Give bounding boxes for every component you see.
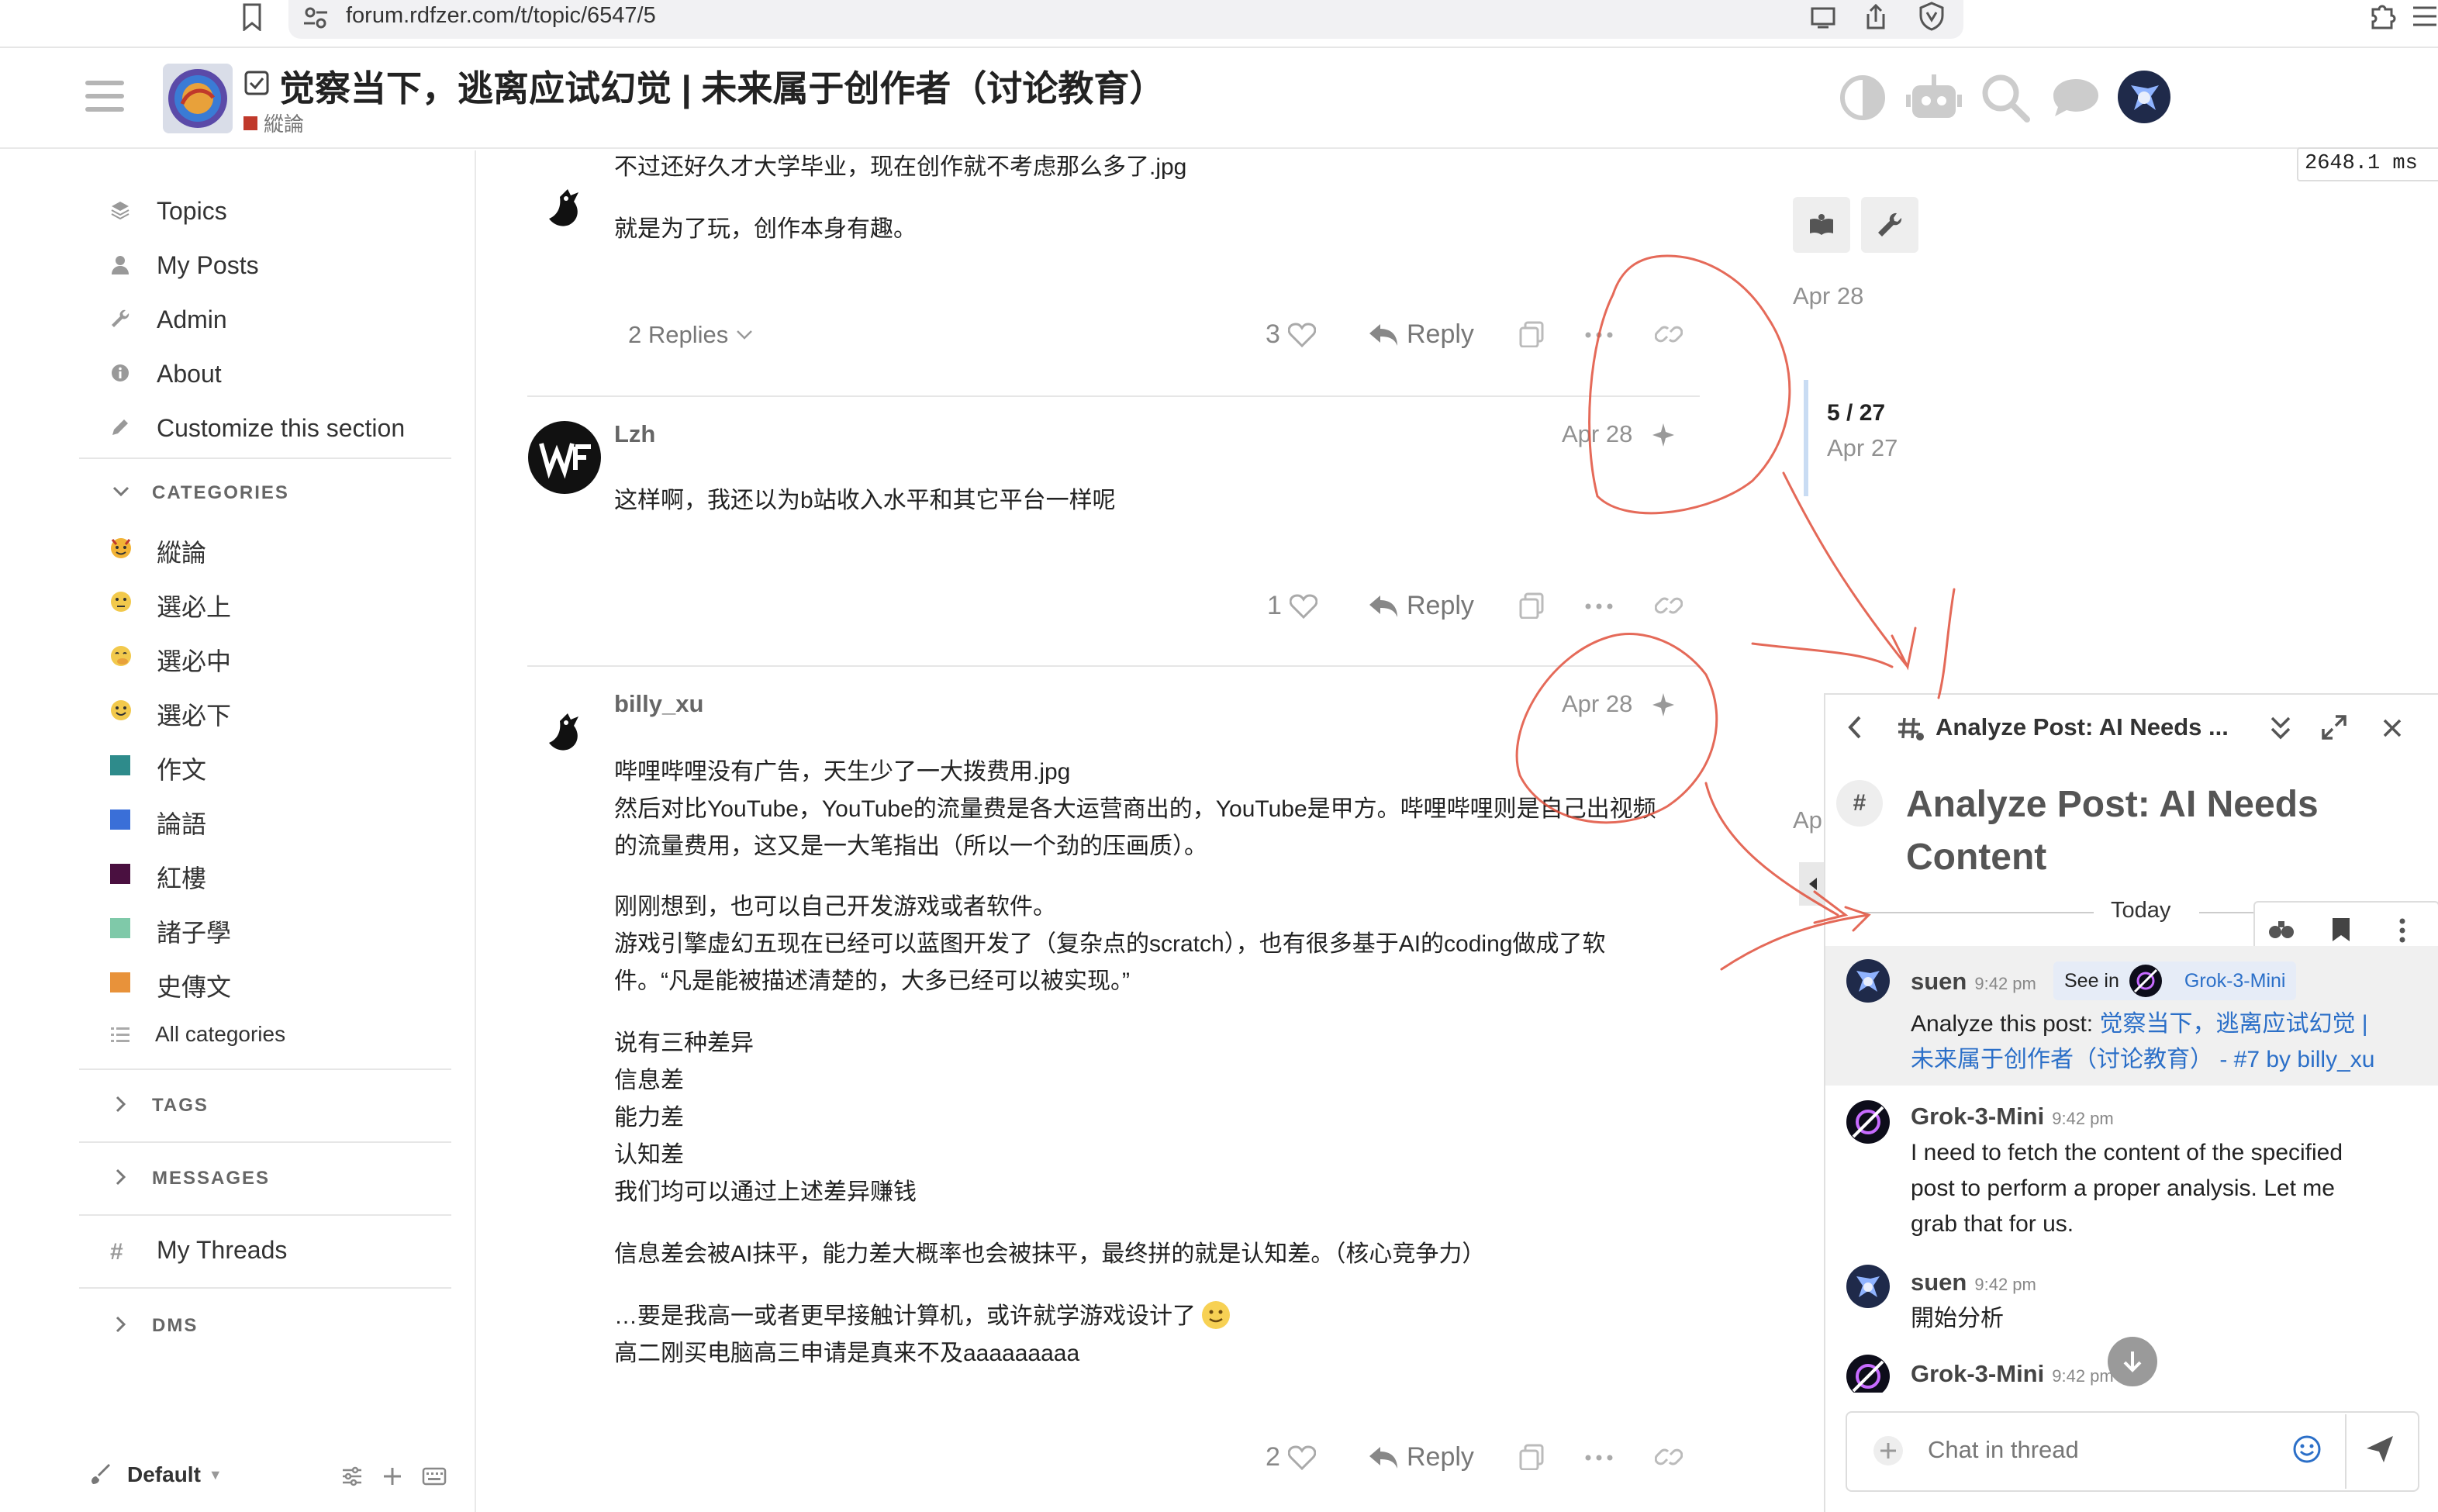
annotation-circle bbox=[1588, 254, 1791, 515]
annotation-arrow bbox=[1704, 782, 1849, 924]
annotation-arrow bbox=[1751, 642, 1894, 668]
annotation-circle bbox=[1515, 632, 1718, 824]
annotation-arrow bbox=[1937, 588, 1956, 699]
annotation-arrow bbox=[1782, 471, 1917, 671]
annotation-overlay bbox=[1515, 254, 1956, 971]
annotation-arrow bbox=[1720, 906, 1871, 971]
